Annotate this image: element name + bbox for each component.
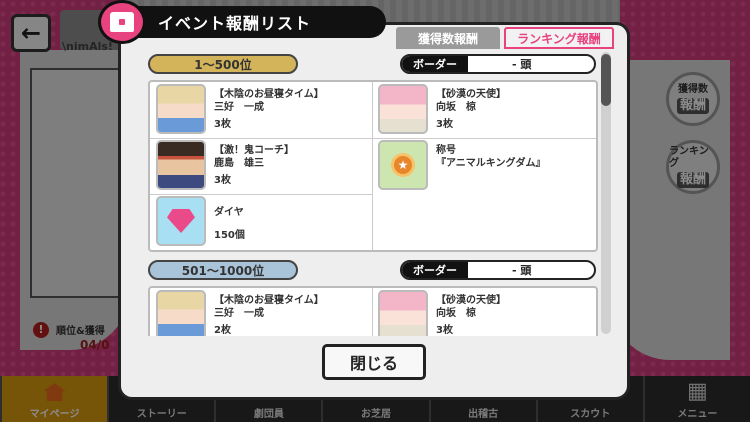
border-bar: ボーダー - 頭	[400, 260, 596, 280]
item-name: 【砂漠の天使】 向坂 椋	[436, 295, 506, 319]
border-value: - 頭	[512, 264, 532, 277]
border-value: - 頭	[512, 58, 532, 71]
rank-section: 1〜500位 ボーダー - 頭 【木陰のお昼寝タイム】 三好 一成 3枚 【砂漠の…	[148, 52, 598, 252]
reward-item[interactable]: ★ 称号 『アニマルキングダム』	[378, 138, 600, 194]
item-quantity: 3枚	[436, 325, 453, 336]
item-quantity: 3枚	[436, 119, 453, 130]
scrollbar[interactable]	[601, 52, 611, 334]
rank-section: 501〜1000位 ボーダー - 頭 【木陰のお昼寝タイム】 三好 一成 2枚 【…	[148, 258, 598, 336]
rank-range: 501〜1000位	[148, 260, 298, 280]
rank-range: 1〜500位	[148, 54, 298, 74]
item-quantity: 3枚	[214, 175, 231, 186]
scroll-thumb[interactable]	[601, 54, 611, 106]
border-bar: ボーダー - 頭	[400, 54, 596, 74]
modal-title: イベント報酬リスト	[110, 6, 386, 38]
character-card-icon	[156, 290, 206, 336]
item-name: ダイヤ	[214, 207, 244, 218]
treasure-chest-icon	[98, 0, 146, 44]
character-card-icon	[156, 84, 206, 134]
reward-item[interactable]: 【激！鬼コーチ】 鹿島 雄三 3枚	[156, 138, 378, 194]
tab-ranking-rewards[interactable]: ランキング報酬	[504, 27, 614, 49]
reward-items: 【木陰のお昼寝タイム】 三好 一成 2枚 【砂漠の天使】 向坂 椋 3枚	[148, 286, 598, 336]
character-card-icon	[378, 84, 428, 134]
border-label: ボーダー	[402, 56, 468, 72]
reward-item[interactable]: 【砂漠の天使】 向坂 椋 3枚	[378, 82, 600, 138]
close-button[interactable]: 閉じる	[322, 344, 426, 380]
title-badge-icon: ★	[378, 140, 428, 190]
item-quantity: 150個	[214, 230, 245, 241]
character-card-icon	[378, 290, 428, 336]
reward-item[interactable]: 【砂漠の天使】 向坂 椋 3枚	[378, 288, 600, 336]
reward-items: 【木陰のお昼寝タイム】 三好 一成 3枚 【砂漠の天使】 向坂 椋 3枚 【激！鬼コ…	[148, 80, 598, 252]
reward-item[interactable]: 【木陰のお昼寝タイム】 三好 一成 3枚	[156, 82, 378, 138]
item-name: 称号 『アニマルキングダム』	[436, 145, 546, 169]
diamond-icon	[156, 196, 206, 246]
reward-scroll-panel[interactable]: 1〜500位 ボーダー - 頭 【木陰のお昼寝タイム】 三好 一成 3枚 【砂漠の…	[138, 48, 608, 336]
item-name: 【砂漠の天使】 向坂 椋	[436, 89, 506, 113]
reward-item[interactable]: 【木陰のお昼寝タイム】 三好 一成 2枚	[156, 288, 378, 336]
border-label: ボーダー	[402, 262, 468, 278]
item-name: 【木陰のお昼寝タイム】 三好 一成	[214, 295, 324, 319]
item-quantity: 3枚	[214, 119, 231, 130]
character-card-icon	[156, 140, 206, 190]
item-name: 【木陰のお昼寝タイム】 三好 一成	[214, 89, 324, 113]
tab-count-rewards[interactable]: 獲得数報酬	[396, 27, 500, 49]
item-name: 【激！鬼コーチ】 鹿島 雄三	[214, 145, 294, 169]
reward-item[interactable]: ダイヤ 150個	[156, 194, 378, 250]
item-quantity: 2枚	[214, 325, 231, 336]
